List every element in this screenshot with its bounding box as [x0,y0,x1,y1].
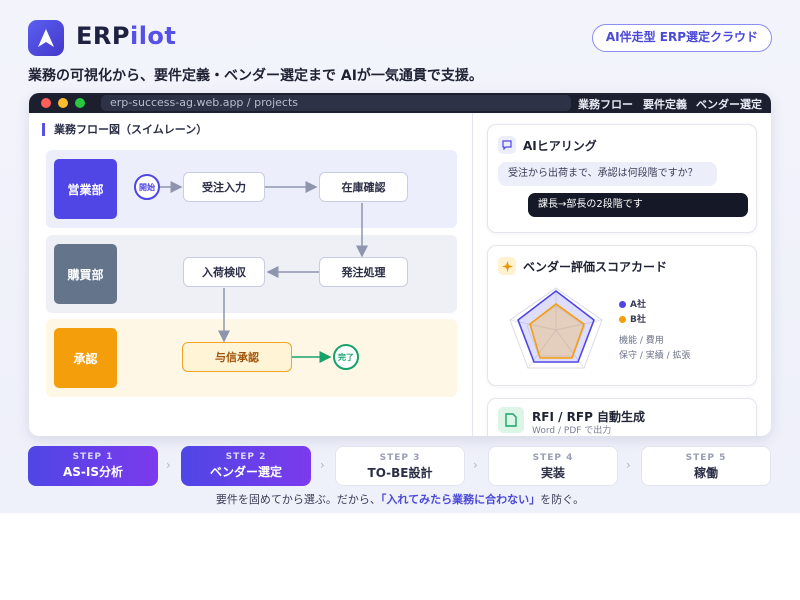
flow-title: 業務フロー図（スイムレーン） [42,123,207,136]
node-credit-approval[interactable]: 与信承認 [182,342,292,372]
ai-hearing-card: AIヒアリング 受注から出荷まで、承認は何段階ですか？ 課長→部長の2段階です [487,124,757,233]
brand-name: ERPilot [76,22,176,50]
step-1-name: AS-IS分析 [62,465,124,479]
step-4-name: 実装 [540,466,565,480]
footer-text-before: 要件を固めてから選ぶ。だから、 [215,493,381,506]
step-5-number: STEP 5 [685,453,727,463]
nav-vendor-selection[interactable]: ベンダー選定 [696,96,762,112]
minimize-dot-icon[interactable] [58,98,68,108]
scorecard-title: ベンダー評価スコアカード [523,260,668,274]
node-purchase-order[interactable]: 発注処理 [319,257,408,287]
hero-section: ERPilot AI伴走型 ERP選定クラウド 業務の可視化から、要件定義・ベン… [0,0,800,513]
chevron-right-icon: › [626,458,631,472]
step-3[interactable]: STEP 3 TO-BE設計 [335,446,465,486]
lane-label-approval: 承認 [54,328,117,388]
tagline: 業務の可視化から、要件定義・ベンダー選定まで AIが一気通貫で支援。 [28,68,483,84]
chevron-right-icon: › [473,458,478,472]
logo-mark [28,20,64,56]
sparkle-icon [498,257,516,275]
lane-label-purchasing: 購買部 [54,244,117,304]
panel-divider [472,113,473,436]
legend-a-label: A社 [630,300,646,310]
legend-b-icon [619,316,626,323]
chevron-right-icon: › [320,458,325,472]
step-3-number: STEP 3 [379,453,421,463]
step-5-name: 稼働 [693,466,718,480]
flow-end-node[interactable]: 完了 [333,344,359,370]
step-2[interactable]: STEP 2 ベンダー選定 [181,446,311,486]
radar-chart [509,287,603,369]
legend-b-label: B社 [630,315,646,325]
close-dot-icon[interactable] [41,98,51,108]
footer-message: 要件を固めてから選ぶ。だから、「入れてみたら業務に合わない」を防ぐ。 [0,491,800,507]
document-icon [498,407,524,433]
rfp-subtitle: Word / PDF で出力 [532,426,612,436]
step-4-number: STEP 4 [532,453,574,463]
nav-business-flow[interactable]: 業務フロー [578,96,633,112]
footer-text-after: を防ぐ。 [540,493,585,506]
step-1[interactable]: STEP 1 AS-IS分析 [28,446,158,486]
user-answer-bubble: 課長→部長の2段階です [528,193,748,217]
axes-note-2: 保守 / 実績 / 拡張 [619,351,691,361]
footer-highlight: 「入れてみたら業務に合わない」 [380,493,541,506]
url-bar[interactable]: erp-success-ag.web.app / projects [101,95,571,111]
chat-icon [498,136,516,154]
axes-note-1: 機能 / 費用 [619,336,664,346]
step-2-name: ベンダー選定 [209,465,282,479]
node-stock-check[interactable]: 在庫確認 [319,172,408,202]
window-titlebar: erp-success-ag.web.app / projects 業務フロー … [29,93,771,113]
maximize-dot-icon[interactable] [75,98,85,108]
vendor-scorecard-card: ベンダー評価スコアカード A社 B社 機能 / 費用 保守 / 実績 / 拡張 [487,245,757,386]
step-1-number: STEP 1 [72,452,114,462]
app-window: erp-success-ag.web.app / projects 業務フロー … [29,93,771,436]
brand-suffix: ilot [129,22,177,50]
lane-label-sales: 営業部 [54,159,117,219]
rfp-card: RFI / RFP 自動生成 Word / PDF で出力 [487,398,757,436]
brand-prefix: ERP [76,22,130,50]
ai-question-bubble: 受注から出荷まで、承認は何段階ですか？ [498,162,717,186]
step-4[interactable]: STEP 4 実装 [488,446,618,486]
nav-requirements[interactable]: 要件定義 [643,96,687,112]
flow-start-node[interactable]: 開始 [134,174,160,200]
legend-a-icon [619,301,626,308]
step-5[interactable]: STEP 5 稼働 [641,446,771,486]
ai-hearing-title: AIヒアリング [523,139,597,153]
arrow-logo-icon [38,29,54,47]
node-order-entry[interactable]: 受注入力 [183,172,265,202]
step-3-name: TO-BE設計 [367,466,433,480]
node-receiving[interactable]: 入荷検収 [183,257,265,287]
product-badge: AI伴走型 ERP選定クラウド [591,24,772,52]
step-2-number: STEP 2 [225,452,267,462]
chevron-right-icon: › [166,458,171,472]
